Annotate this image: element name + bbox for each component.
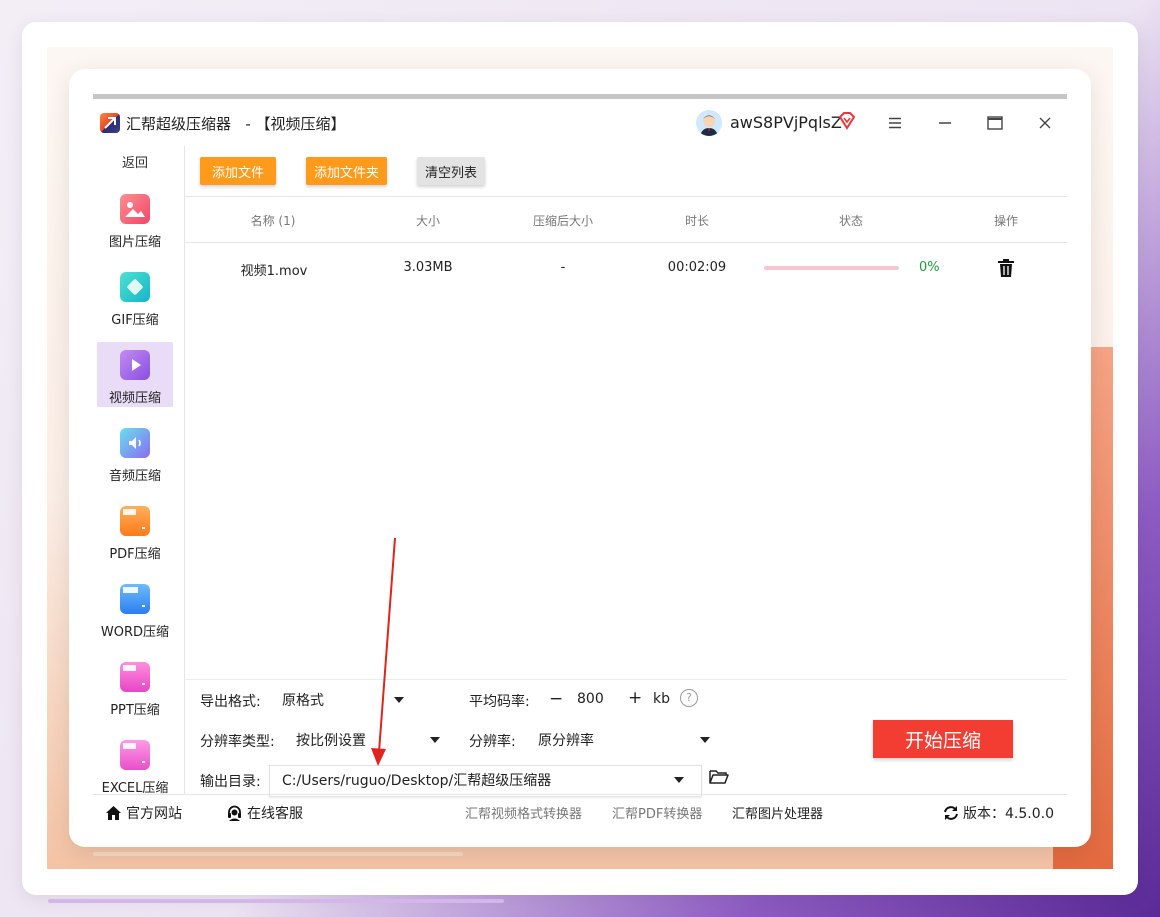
refresh-icon: [944, 806, 958, 820]
folder-open-icon[interactable]: [709, 769, 729, 789]
resolution-type-select[interactable]: 按比例设置: [284, 724, 456, 756]
chevron-down-icon: [394, 697, 404, 703]
chevron-down-icon: [674, 777, 684, 783]
column-header-compressed-size[interactable]: 压缩后大小: [513, 212, 613, 229]
online-support-label: 在线客服: [247, 806, 303, 822]
close-icon[interactable]: [1030, 109, 1060, 137]
column-header-duration[interactable]: 时长: [657, 212, 737, 229]
column-header-actions[interactable]: 操作: [966, 212, 1046, 229]
add-folder-button[interactable]: 添加文件夹: [306, 157, 387, 185]
sidebar-item-label: PPT压缩: [110, 703, 160, 718]
resolution-type-label: 分辨率类型:: [200, 734, 275, 750]
chevron-down-icon: [430, 737, 440, 743]
bitrate-unit: kb: [653, 691, 670, 707]
vip-diamond-icon[interactable]: [837, 111, 857, 135]
resolution-type-value: 按比例设置: [296, 733, 366, 749]
sidebar-item-label: 视频压缩: [108, 391, 161, 406]
sidebar-item-video[interactable]: 视频压缩: [97, 342, 173, 407]
export-format-label: 导出格式:: [200, 694, 261, 710]
output-dir-label: 输出目录:: [200, 774, 261, 790]
bitrate-minus-button[interactable]: −: [549, 689, 563, 709]
version-label: 版本：4.5.0.0: [963, 806, 1054, 822]
add-file-button[interactable]: 添加文件: [200, 157, 276, 185]
decor-line: [93, 852, 463, 856]
window-title: 汇帮超级压缩器 - 【视频压缩】: [126, 113, 346, 134]
maximize-icon[interactable]: [980, 109, 1010, 137]
sidebar-item-ppt[interactable]: PPT压缩: [97, 654, 173, 719]
resolution-label: 分辨率:: [469, 734, 516, 750]
version-info[interactable]: 版本：4.5.0.0: [943, 803, 1054, 823]
bitrate-label: 平均码率:: [469, 694, 530, 710]
sidebar-item-label: PDF压缩: [109, 547, 161, 562]
footer-link-image-processor[interactable]: 汇帮图片处理器: [732, 803, 823, 822]
sidebar-item-label: GIF压缩: [111, 313, 159, 328]
excel-icon: [120, 740, 150, 770]
avatar[interactable]: [696, 110, 722, 136]
sidebar-item-excel[interactable]: EXCEL压缩: [97, 732, 173, 797]
official-website-label: 官方网站: [126, 806, 182, 822]
bitrate-plus-button[interactable]: +: [628, 688, 642, 708]
pdf-icon: [120, 506, 150, 536]
sidebar-item-label: 音频压缩: [108, 469, 161, 484]
app-logo-icon: [100, 113, 120, 133]
compressed-size: -: [560, 260, 566, 275]
column-header-size[interactable]: 大小: [388, 212, 468, 229]
resolution-value: 原分辨率: [538, 733, 594, 749]
audio-icon: [120, 428, 150, 458]
chevron-down-icon: [700, 737, 710, 743]
bitrate-input[interactable]: 800: [577, 691, 604, 707]
column-header-name[interactable]: 名称 (1): [223, 212, 323, 229]
sidebar-item-image[interactable]: 图片压缩: [97, 186, 173, 251]
menu-icon[interactable]: [880, 109, 910, 137]
image-icon: [120, 194, 150, 224]
ppt-icon: [120, 662, 150, 692]
export-format-value: 原格式: [282, 693, 324, 709]
headset-icon: [228, 805, 241, 821]
username[interactable]: awS8PVjPqlsZ: [730, 113, 842, 132]
sidebar: 返回 图片压缩 GIF压缩 视频压缩 音频压缩 PDF压缩 WORD压缩 PPT…: [93, 146, 185, 797]
sidebar-item-gif[interactable]: GIF压缩: [97, 264, 173, 329]
clear-list-button[interactable]: 清空列表: [417, 157, 485, 185]
title-strip: [93, 94, 1067, 99]
app-window: 汇帮超级压缩器 - 【视频压缩】 awS8PVjPqlsZ 返回 图片压缩 GI…: [69, 69, 1091, 847]
column-header-status[interactable]: 状态: [811, 212, 891, 229]
divider: [185, 242, 1067, 243]
resolution-select[interactable]: 原分辨率: [526, 724, 726, 756]
sidebar-item-label: 图片压缩: [108, 235, 161, 250]
progress-percent: 0%: [919, 260, 940, 275]
app-subtitle: - 【视频压缩】: [245, 115, 346, 133]
sidebar-item-pdf[interactable]: PDF压缩: [97, 498, 173, 563]
sidebar-item-audio[interactable]: 音频压缩: [97, 420, 173, 485]
file-name: 视频1.mov: [240, 264, 308, 279]
sidebar-item-word[interactable]: WORD压缩: [97, 576, 173, 641]
minimize-icon[interactable]: [930, 109, 960, 137]
delete-icon[interactable]: [997, 258, 1015, 282]
back-link[interactable]: 返回: [93, 152, 177, 171]
file-size: 3.03MB: [403, 260, 453, 275]
official-website-link[interactable]: 官方网站: [105, 803, 182, 823]
app-name: 汇帮超级压缩器: [126, 115, 232, 133]
output-dir-value: C:/Users/ruguo/Desktop/汇帮超级压缩器: [282, 773, 552, 789]
progress-bar: [764, 266, 899, 270]
help-icon[interactable]: ?: [680, 689, 698, 707]
file-duration: 00:02:09: [667, 260, 727, 275]
home-icon: [106, 806, 121, 820]
footer-link-pdf-converter[interactable]: 汇帮PDF转换器: [612, 803, 702, 822]
gif-icon: [120, 272, 150, 302]
word-icon: [120, 584, 150, 614]
divider: [93, 794, 1067, 795]
export-format-select[interactable]: 原格式: [270, 684, 420, 716]
video-icon: [120, 350, 150, 380]
decor-line: [48, 899, 504, 903]
start-compress-button[interactable]: 开始压缩: [873, 720, 1013, 758]
footer-link-video-converter[interactable]: 汇帮视频格式转换器: [465, 803, 582, 822]
output-dir-select[interactable]: C:/Users/ruguo/Desktop/汇帮超级压缩器: [270, 764, 700, 796]
online-support-link[interactable]: 在线客服: [226, 803, 303, 823]
divider: [185, 196, 1067, 197]
sidebar-item-label: WORD压缩: [100, 625, 170, 640]
divider: [185, 679, 1067, 680]
